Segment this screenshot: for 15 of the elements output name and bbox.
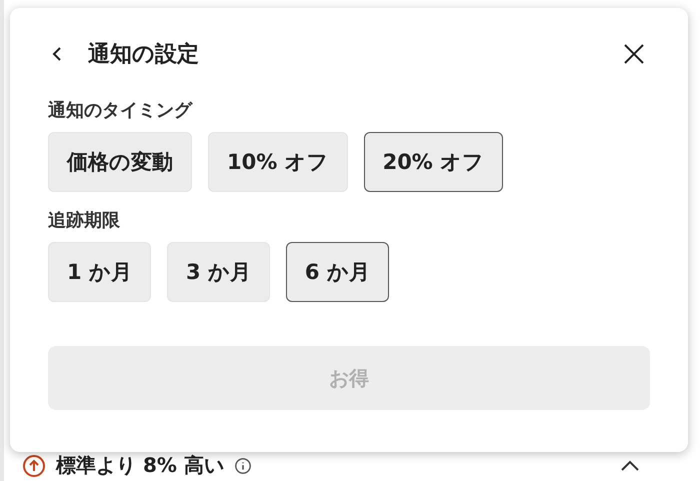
section-label: 通知のタイミング bbox=[48, 99, 194, 122]
option-chip[interactable]: 1 か月 bbox=[48, 242, 151, 302]
info-icon bbox=[234, 456, 252, 474]
option-chip[interactable]: 6 か月 bbox=[286, 242, 389, 302]
caret-up-icon[interactable] bbox=[620, 460, 640, 472]
close-icon bbox=[622, 42, 646, 66]
option-chip[interactable]: 価格の変動 bbox=[48, 132, 192, 192]
price-note: 標準より 8% 高い bbox=[56, 452, 224, 479]
option-chip[interactable]: 20% オフ bbox=[364, 132, 504, 192]
option-chip[interactable]: 3 か月 bbox=[166, 242, 270, 302]
section-label: 追跡期限 bbox=[48, 209, 121, 232]
chevron-left-icon bbox=[52, 46, 62, 62]
price-up-icon bbox=[22, 454, 46, 478]
option-chip[interactable]: 10% オフ bbox=[208, 132, 348, 192]
dialog-title: 通知の設定 bbox=[88, 40, 199, 69]
